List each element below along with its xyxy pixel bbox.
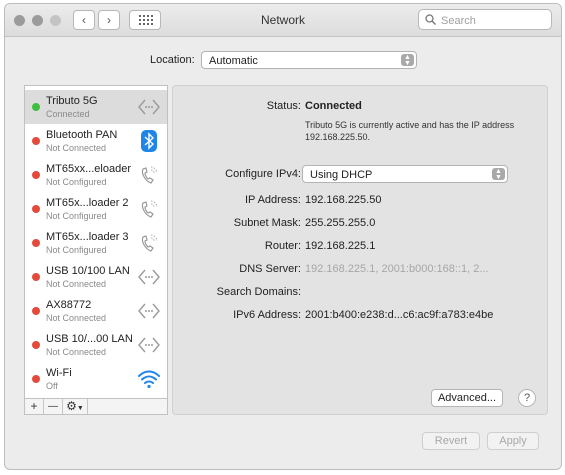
- service-status: Off: [46, 381, 58, 391]
- status-dot: [32, 205, 40, 213]
- service-item-mt65xx-eloader[interactable]: MT65xx...eloader Not Configured: [25, 158, 167, 192]
- status-dot: [32, 307, 40, 315]
- popup-arrows-icon: ▲ ▼: [492, 168, 505, 181]
- status-dot: [32, 137, 40, 145]
- popup-arrows-icon: ▲ ▼: [401, 54, 414, 67]
- chevron-down-icon: ▼: [76, 405, 84, 412]
- bluetooth-icon: [141, 130, 157, 152]
- ip-address-value: 192.168.225.50: [305, 194, 382, 206]
- ethernet-arrows-icon: [138, 303, 160, 319]
- service-status: Not Connected: [46, 347, 107, 357]
- add-service-button[interactable]: +: [25, 399, 44, 414]
- search-input[interactable]: [439, 12, 551, 29]
- service-status: Connected: [46, 109, 90, 119]
- ip-address-label: IP Address:: [244, 194, 301, 206]
- configure-ipv4-label: Configure IPv4:: [225, 168, 301, 180]
- service-item-ax88772[interactable]: AX88772 Not Connected: [25, 294, 167, 328]
- status-dot: [32, 171, 40, 179]
- router-label: Router:: [264, 240, 301, 252]
- service-list-toolbar: + — ⚙▼: [24, 398, 168, 415]
- service-item-usb-10-00-lan[interactable]: USB 10/...00 LAN Not Connected: [25, 328, 167, 362]
- magnifier-icon: [425, 14, 436, 25]
- status-dot: [32, 375, 40, 383]
- service-item-mt65x-loader-2[interactable]: MT65x...loader 2 Not Configured: [25, 192, 167, 226]
- status-description: Tributo 5G is currently active and has t…: [305, 120, 515, 142]
- status-dot: [32, 239, 40, 247]
- ipv6-address-value: 2001:b400:e238:d...c6:ac9f:a783:e4be: [305, 309, 494, 321]
- dns-server-label: DNS Server:: [239, 263, 301, 275]
- phone-icon: [141, 166, 158, 184]
- advanced-button[interactable]: Advanced...: [431, 389, 503, 407]
- service-name: Tributo 5G: [46, 95, 98, 107]
- status-dot: [32, 341, 40, 349]
- service-name: MT65x...loader 2: [46, 197, 129, 209]
- status-dot: [32, 103, 40, 111]
- help-button[interactable]: ?: [518, 389, 536, 407]
- service-name: USB 10/100 LAN: [46, 265, 130, 277]
- ethernet-arrows-icon: [138, 269, 160, 285]
- gear-icon: ⚙: [66, 399, 77, 413]
- service-name: Bluetooth PAN: [46, 129, 118, 141]
- network-preferences-window: ‹ › Network Location: Automatic ▲▼: [4, 3, 562, 470]
- service-status: Not Connected: [46, 279, 107, 289]
- service-item-mt65x-loader-3[interactable]: MT65x...loader 3 Not Configured: [25, 226, 167, 260]
- configure-ipv4-popup[interactable]: Using DHCP ▲ ▼: [302, 165, 508, 183]
- title-bar: ‹ › Network: [5, 4, 561, 37]
- dns-server-value: 192.168.225.1, 2001:b000:168::1, 2...: [305, 263, 489, 275]
- service-name: AX88772: [46, 299, 92, 311]
- search-domains-label: Search Domains:: [216, 286, 301, 298]
- remove-service-button[interactable]: —: [44, 399, 63, 414]
- location-popup[interactable]: Automatic ▲ ▼: [201, 51, 417, 69]
- ipv6-address-label: IPv6 Address:: [233, 309, 301, 321]
- apply-button[interactable]: Apply: [487, 432, 539, 450]
- service-item-bluetooth-pan[interactable]: Bluetooth PAN Not Connected: [25, 124, 167, 158]
- service-status: Not Configured: [46, 211, 107, 221]
- service-item-usb-10-100-lan[interactable]: USB 10/100 LAN Not Connected: [25, 260, 167, 294]
- phone-icon: [141, 234, 158, 252]
- status-value: Connected: [305, 100, 362, 112]
- service-status: Not Configured: [46, 245, 107, 255]
- phone-icon: [141, 200, 158, 218]
- service-item-wi-fi[interactable]: Wi-Fi Off: [25, 362, 167, 396]
- ethernet-arrows-icon: [138, 337, 160, 353]
- subnet-mask-value: 255.255.255.0: [305, 217, 376, 229]
- service-name: MT65xx...eloader: [46, 163, 131, 175]
- service-item-tributo-5g[interactable]: Tributo 5G Connected: [25, 90, 167, 124]
- service-detail-panel: Status: Connected Tributo 5G is currentl…: [172, 85, 548, 415]
- search-field[interactable]: [418, 9, 552, 30]
- service-status: Not Connected: [46, 313, 107, 323]
- service-name: Wi-Fi: [46, 367, 72, 379]
- status-dot: [32, 273, 40, 281]
- configure-ipv4-value: Using DHCP: [310, 169, 373, 181]
- location-value: Automatic: [209, 55, 258, 67]
- ethernet-arrows-icon: [138, 99, 160, 115]
- service-status: Not Configured: [46, 177, 107, 187]
- service-status: Not Connected: [46, 143, 107, 153]
- service-list: Tributo 5G Connected Bluetooth PAN Not C…: [24, 85, 168, 415]
- router-value: 192.168.225.1: [305, 240, 376, 252]
- subnet-mask-label: Subnet Mask:: [233, 217, 301, 229]
- status-label: Status:: [266, 100, 301, 112]
- revert-button[interactable]: Revert: [422, 432, 480, 450]
- action-menu-button[interactable]: ⚙▼: [63, 399, 88, 414]
- service-name: USB 10/...00 LAN: [46, 333, 133, 345]
- service-name: MT65x...loader 3: [46, 231, 129, 243]
- location-label: Location:: [150, 54, 195, 66]
- wifi-icon: [138, 370, 160, 389]
